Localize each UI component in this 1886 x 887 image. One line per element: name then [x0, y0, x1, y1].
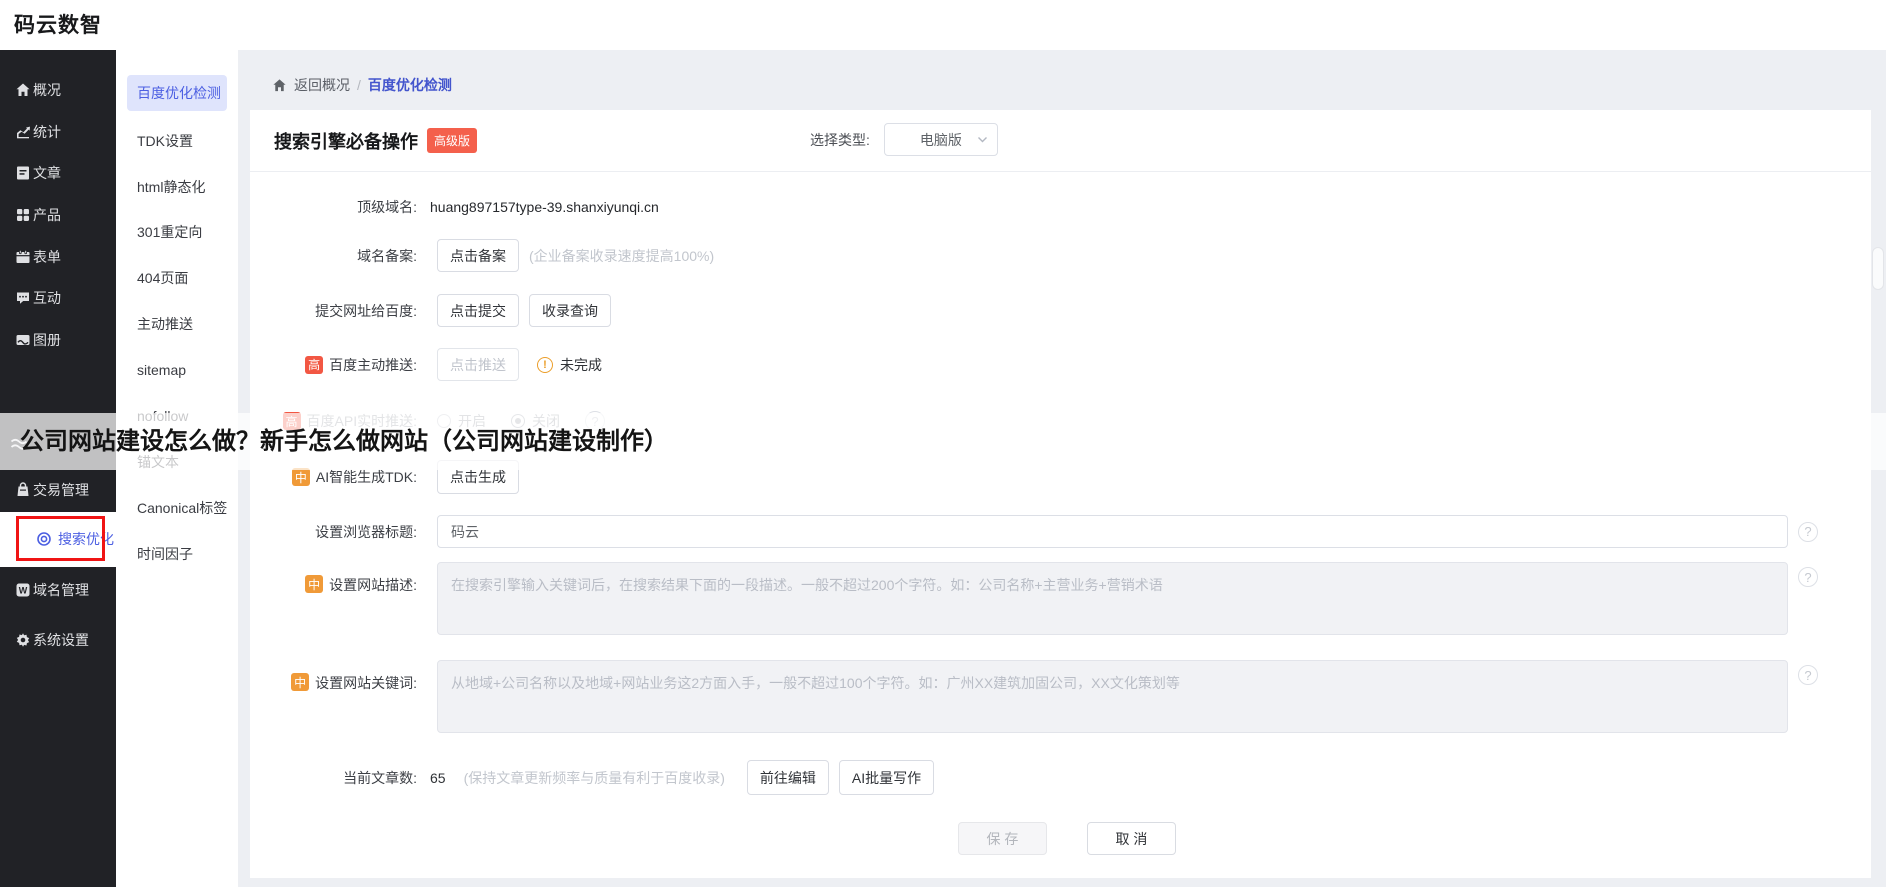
svg-text:W: W: [19, 586, 28, 596]
row-article-count: 当前文章数: 65 (保持文章更新频率与质量有利于百度收录) 前往编辑 AI批量…: [250, 760, 1871, 795]
top-bar: 码云数智: [0, 0, 1886, 50]
article-count-hint: (保持文章更新频率与质量有利于百度收录): [463, 769, 725, 786]
row-submit-url: 提交网址给百度: 点击提交 收录查询: [250, 294, 1871, 327]
home-icon: [15, 82, 31, 98]
browser-title-input[interactable]: 码云: [437, 515, 1788, 548]
help-icon[interactable]: ?: [1798, 567, 1818, 587]
sidebar-item-trade[interactable]: 交易管理: [0, 478, 116, 502]
trade-bag-icon: [15, 482, 31, 498]
breadcrumb: 返回概况 / 百度优化检测: [272, 75, 452, 95]
submenu-item-baidu-check[interactable]: 百度优化检测: [127, 75, 227, 111]
top-domain-label: 顶级域名:: [357, 199, 417, 215]
row-site-keywords: 中 设置网站关键词: 从地域+公司名称以及地域+网站业务这2方面入手，一般不超过…: [250, 660, 1871, 733]
ai-batch-write-button[interactable]: AI批量写作: [838, 760, 935, 795]
app-logo: 码云数智: [14, 14, 102, 37]
settings-card: 搜索引擎必备操作 高级版 选择类型: 电脑版 顶级域名: huang897157…: [250, 110, 1871, 878]
baidu-push-label: 高 百度主动推送:: [250, 348, 417, 381]
row-footer-actions: 保 存 取 消: [250, 822, 1871, 855]
warning-icon: !: [537, 356, 553, 373]
beian-label: 域名备案:: [357, 247, 417, 264]
sidebar-item-overview[interactable]: 概况: [0, 78, 116, 102]
submenu-item-time-factor[interactable]: 时间因子: [137, 543, 193, 565]
push-button[interactable]: 点击推送: [437, 348, 519, 381]
push-status-text: 未完成: [560, 356, 602, 373]
priority-high-badge: 高: [305, 355, 324, 374]
sidebar-item-forms[interactable]: 表单: [0, 245, 116, 269]
chat-icon: [15, 290, 31, 306]
breadcrumb-home-icon[interactable]: [272, 78, 287, 93]
site-description-textarea[interactable]: 在搜索引擎输入关键词后，在搜索结果下面的一段描述。一般不超过200个字符。如：公…: [437, 562, 1788, 635]
row-baidu-push: 高 百度主动推送: 点击推送 ! 未完成: [250, 348, 1871, 381]
sidebar-item-settings[interactable]: 系统设置: [0, 628, 116, 652]
submenu-item-404[interactable]: 404页面: [137, 267, 188, 289]
sidebar-item-domains[interactable]: W 域名管理: [0, 578, 116, 602]
row-top-domain: 顶级域名: huang897157type-39.shanxiyunqi.cn: [250, 195, 1871, 219]
device-type-select[interactable]: 电脑版: [883, 123, 998, 156]
vertical-scrollbar-thumb[interactable]: [1872, 247, 1884, 290]
page: 码云数智 概况 统计 文章 产品 表单 互动 图册 交易管理 搜索优化 W 域名…: [0, 0, 1886, 887]
breadcrumb-current: 百度优化检测: [367, 77, 452, 93]
domain-w-icon: W: [15, 582, 31, 598]
submit-url-label: 提交网址给百度:: [315, 302, 417, 319]
row-beian: 域名备案: 点击备案 (企业备案收录速度提高100%): [250, 239, 1871, 272]
priority-mid-badge: 中: [291, 468, 310, 486]
article-count-label: 当前文章数:: [343, 769, 417, 786]
cancel-button[interactable]: 取 消: [1087, 822, 1176, 855]
submenu-item-canonical[interactable]: Canonical标签: [137, 497, 227, 519]
submenu-item-301[interactable]: 301重定向: [137, 221, 202, 243]
submenu-item-active-push[interactable]: 主动推送: [137, 313, 193, 335]
sidebar-item-products[interactable]: 产品: [0, 203, 116, 227]
priority-mid-badge: 中: [305, 575, 324, 593]
sidebar-item-interaction[interactable]: 互动: [0, 286, 116, 310]
push-status: ! 未完成: [537, 355, 602, 375]
sidebar-item-articles[interactable]: 文章: [0, 161, 116, 185]
beian-hint: (企业备案收录速度提高100%): [529, 247, 715, 264]
sidebar-item-stats[interactable]: 统计: [0, 120, 116, 144]
card-header: 搜索引擎必备操作 高级版: [274, 110, 478, 171]
gear-icon: [15, 632, 31, 648]
submenu-item-tdk[interactable]: TDK设置: [137, 130, 193, 152]
beian-button[interactable]: 点击备案: [437, 239, 519, 272]
submenu-item-html-static[interactable]: html静态化: [137, 176, 205, 198]
type-select-label: 选择类型:: [810, 131, 870, 148]
device-type-value: 电脑版: [919, 131, 962, 148]
breadcrumb-back-link[interactable]: 返回概况: [294, 75, 350, 95]
go-edit-button[interactable]: 前往编辑: [746, 760, 829, 795]
help-icon[interactable]: ?: [1798, 665, 1818, 685]
site-keywords-label: 中 设置网站关键词:: [250, 660, 417, 733]
article-icon: [15, 165, 31, 181]
help-icon[interactable]: ?: [1798, 521, 1818, 542]
row-browser-title: 设置浏览器标题: 码云 ?: [250, 515, 1871, 548]
top-domain-value: huang897157type-39.shanxiyunqi.cn: [430, 199, 659, 215]
sidebar-item-gallery[interactable]: 图册: [0, 328, 116, 352]
save-button[interactable]: 保 存: [958, 822, 1047, 855]
site-description-label: 中 设置网站描述:: [250, 562, 417, 635]
priority-mid-badge: 中: [291, 673, 310, 691]
card-title: 搜索引擎必备操作: [274, 131, 418, 152]
browser-title-label: 设置浏览器标题:: [315, 523, 417, 540]
site-keywords-textarea[interactable]: 从地域+公司名称以及地域+网站业务这2方面入手，一般不超过100个字符。如：广州…: [437, 660, 1788, 733]
product-grid-icon: [15, 207, 31, 223]
submenu-item-sitemap[interactable]: sitemap: [137, 359, 186, 381]
article-count-value: 65: [430, 769, 446, 786]
breadcrumb-separator: /: [357, 77, 361, 93]
watermark-text: 公司网站建设怎么做？新手怎么做网站（公司网站建设制作）: [20, 428, 668, 455]
version-badge: 高级版: [427, 128, 478, 153]
type-selector-row: 选择类型: 电脑版: [810, 123, 998, 156]
gallery-icon: [15, 332, 31, 348]
form-calendar-icon: [15, 249, 31, 265]
row-site-description: 中 设置网站描述: 在搜索引擎输入关键词后，在搜索结果下面的一段描述。一般不超过…: [250, 562, 1871, 635]
card-divider: [250, 171, 1871, 172]
submit-button[interactable]: 点击提交: [437, 294, 519, 327]
annotation-red-box: [16, 516, 105, 561]
index-query-button[interactable]: 收录查询: [529, 294, 611, 327]
stats-icon: [15, 124, 31, 140]
chevron-down-icon: [977, 137, 987, 143]
